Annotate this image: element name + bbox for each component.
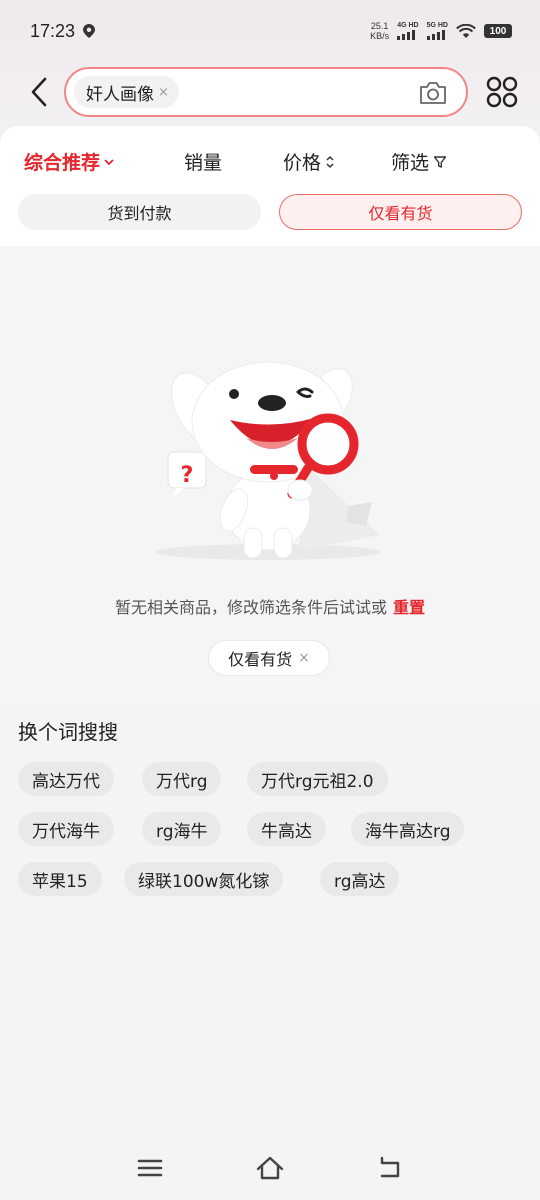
active-filter-chip[interactable]: 仅看有货 × (208, 640, 330, 676)
status-time: 17:23 (30, 20, 76, 41)
network-speed-value: 25.1 (370, 21, 389, 31)
search-query-text: 奸人画像 (86, 84, 154, 105)
sim1-label: 4G HD (397, 22, 419, 29)
quick-filter-row: 货到付款 仅看有货 (0, 194, 540, 230)
search-query-chip[interactable]: 奸人画像 × (74, 76, 179, 108)
system-navigation-bar (0, 1140, 540, 1200)
chevron-left-icon (31, 77, 47, 107)
reset-link[interactable]: 重置 (393, 598, 425, 617)
search-input[interactable]: 奸人画像 × (64, 67, 468, 117)
sort-arrows-icon (326, 155, 334, 168)
home-icon[interactable] (254, 1154, 286, 1182)
suggestion-tag[interactable]: 高达万代 (18, 762, 114, 796)
suggestion-tag[interactable]: rg海牛 (142, 812, 222, 846)
search-header: 奸人画像 × (0, 62, 540, 122)
suggestion-tag[interactable]: 万代rg元祖2.0 (247, 762, 388, 796)
suggestion-tag[interactable]: 万代海牛 (18, 812, 114, 846)
remove-filter-icon[interactable]: × (298, 650, 310, 666)
tab-comprehensive[interactable]: 综合推荐 (24, 148, 114, 175)
sort-bar: 综合推荐 销量 价格 筛选 (0, 140, 540, 186)
clear-query-icon[interactable]: × (158, 85, 169, 100)
suggestion-tag[interactable]: 万代rg (142, 762, 222, 796)
empty-state-text: 暂无相关商品，修改筛选条件后试试或 (114, 598, 387, 617)
filter-funnel-icon (433, 155, 447, 168)
joy-dog-mascot-illustration: ? (156, 361, 380, 560)
tab-filter[interactable]: 筛选 (391, 148, 447, 175)
tab-sales-label: 销量 (184, 152, 223, 174)
signal-bars-icon (397, 30, 416, 40)
svg-text:?: ? (181, 463, 194, 488)
suggestions-title: 换个词搜搜 (18, 720, 118, 744)
camera-icon[interactable] (418, 79, 448, 107)
in-stock-filter-button[interactable]: 仅看有货 (279, 194, 522, 230)
cod-filter-button[interactable]: 货到付款 (18, 194, 261, 230)
grid-menu-icon[interactable] (484, 74, 520, 110)
sim2-signal: 5G HD (426, 22, 448, 40)
signal-bars-icon (426, 30, 445, 40)
tab-comprehensive-label: 综合推荐 (24, 152, 101, 174)
suggestion-tag[interactable]: 绿联100w氮化镓 (124, 862, 284, 896)
network-speed-unit: KB/s (370, 31, 390, 41)
menu-icon[interactable] (134, 1154, 166, 1182)
tab-price-label: 价格 (283, 152, 322, 174)
tab-price[interactable]: 价格 (283, 148, 335, 175)
empty-state-message: 暂无相关商品，修改筛选条件后试试或 重置 (0, 594, 540, 618)
location-icon (83, 24, 96, 38)
suggestion-tag[interactable]: 海牛高达rg (351, 812, 465, 846)
sim2-label: 5G HD (426, 22, 448, 29)
status-bar: 17:23 25.1 KB/s 4G HD 5G HD 100 (0, 0, 540, 62)
back-nav-icon[interactable] (374, 1154, 406, 1182)
tab-sales[interactable]: 销量 (184, 148, 222, 175)
suggestion-tag[interactable]: 苹果15 (18, 862, 102, 896)
suggestion-tag[interactable]: 牛高达 (247, 812, 326, 846)
wifi-icon (456, 23, 476, 38)
tab-filter-label: 筛选 (391, 152, 430, 174)
chevron-down-icon (104, 158, 114, 165)
sim1-signal: 4G HD (397, 22, 419, 40)
active-filter-label: 仅看有货 (228, 650, 293, 669)
network-speed: 25.1 KB/s (370, 21, 389, 41)
suggestion-tag[interactable]: rg高达 (320, 862, 400, 896)
battery-indicator: 100 (484, 24, 512, 38)
back-button[interactable] (24, 74, 54, 110)
